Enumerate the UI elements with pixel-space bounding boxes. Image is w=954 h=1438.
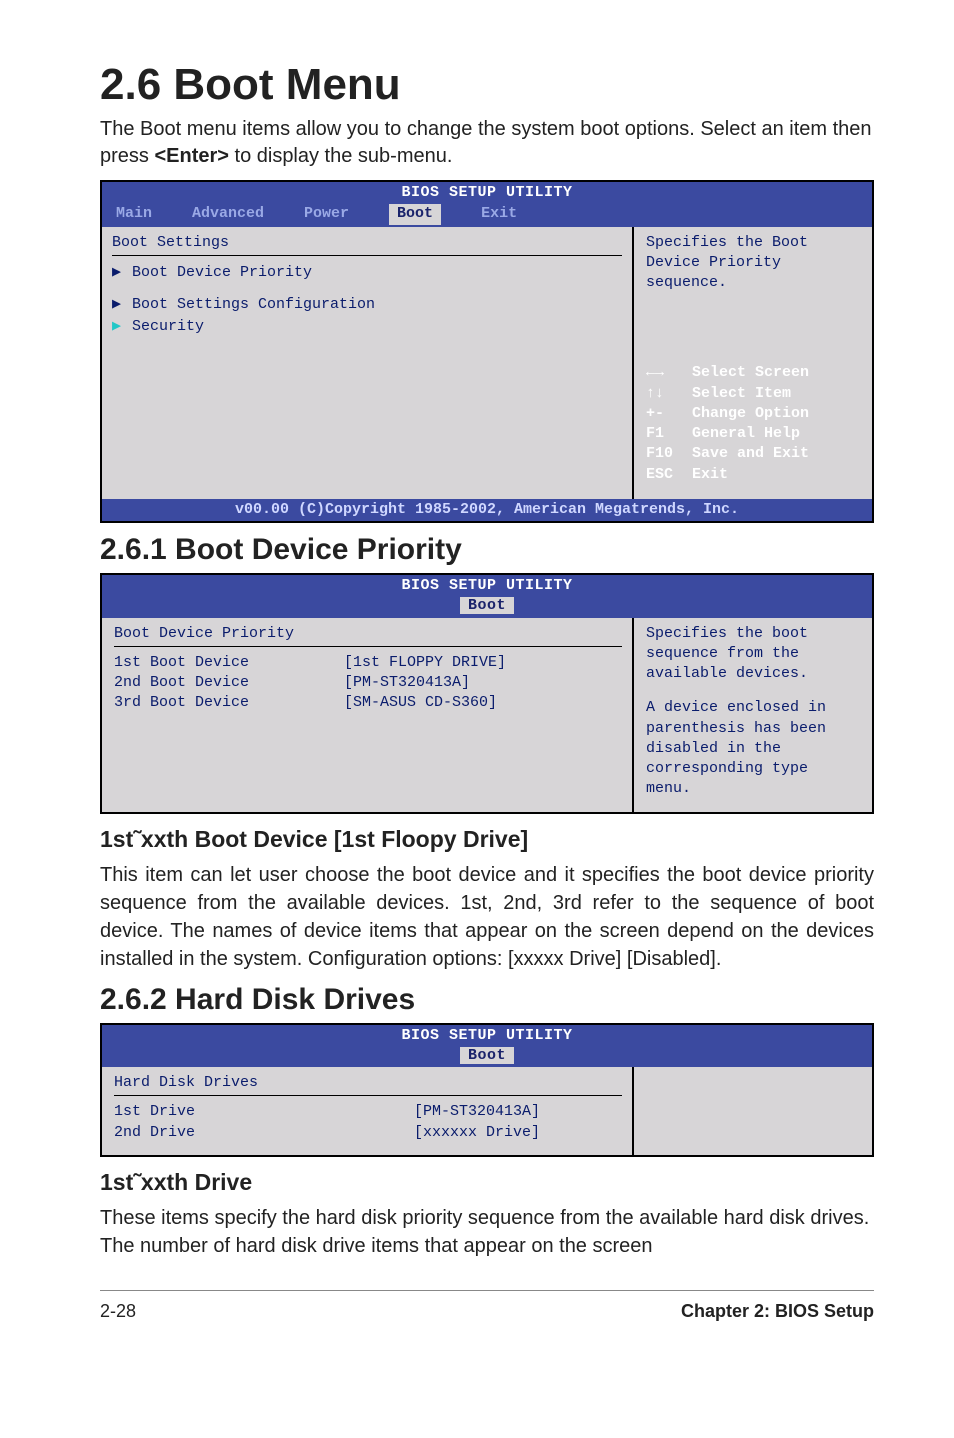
help-line: sequence from the <box>646 644 862 664</box>
menu-item-boot-settings-config[interactable]: ▶ Boot Settings Configuration <box>112 294 622 316</box>
help-line: corresponding type <box>646 759 862 779</box>
bios-main-pane: Hard Disk Drives 1st Drive [PM-ST320413A… <box>102 1067 632 1155</box>
bios-header: BIOS SETUP UTILITY Boot <box>102 1025 872 1068</box>
tab-exit[interactable]: Exit <box>481 204 517 224</box>
bios-main-pane: Boot Device Priority 1st Boot Device [1s… <box>102 618 632 812</box>
submenu-arrow-icon: ▶ <box>112 295 126 315</box>
intro-text: The Boot menu items allow you to change … <box>100 116 874 170</box>
row-label: 1st Drive <box>114 1102 414 1122</box>
paragraph-drive-desc: These items specify the hard disk priori… <box>100 1204 874 1260</box>
row-value: [PM-ST320413A] <box>344 673 470 693</box>
help-line: parenthesis has been <box>646 719 862 739</box>
key-desc: Save and Exit <box>692 445 809 462</box>
bios-help-pane-blank <box>632 1067 872 1155</box>
menu-item-label: Boot Settings Configuration <box>132 295 375 315</box>
menu-item-boot-device-priority[interactable]: ▶ Boot Device Priority <box>112 262 622 284</box>
bios-header: BIOS SETUP UTILITY <box>102 182 872 204</box>
intro-key: <Enter> <box>154 145 228 167</box>
bios-tabs: Main Advanced Power Boot Exit <box>102 204 872 226</box>
row-value: [SM-ASUS CD-S360] <box>344 693 497 713</box>
help-line: disabled in the <box>646 739 862 759</box>
tab-boot[interactable]: Boot <box>460 597 514 614</box>
paragraph-boot-device-desc: This item can let user choose the boot d… <box>100 861 874 973</box>
row-value: [PM-ST320413A] <box>414 1102 540 1122</box>
help-keys: ←→Select Screen ↑↓Select Item +-Change O… <box>646 363 862 485</box>
divider <box>112 255 622 256</box>
help-line: available devices. <box>646 664 862 684</box>
menu-item-label: Security <box>132 317 204 337</box>
bios-help-pane: Specifies the Boot Device Priority seque… <box>632 227 872 499</box>
section-title: Boot Device Priority <box>114 624 622 644</box>
menu-item-label: Boot Device Priority <box>132 263 312 283</box>
header-text: BIOS SETUP UTILITY <box>401 577 572 594</box>
key-desc: General Help <box>692 425 800 442</box>
section-262-heading: 2.6.2 Hard Disk Drives <box>100 983 874 1017</box>
page-title: 2.6 Boot Menu <box>100 60 874 110</box>
spacer <box>112 284 622 294</box>
help-line: menu. <box>646 779 862 799</box>
subheading-1st-xxth-boot: 1st˜xxth Boot Device [1st Floopy Drive] <box>100 826 874 853</box>
row-label: 2nd Boot Device <box>114 673 344 693</box>
key: F1 <box>646 424 692 444</box>
page-number: 2-28 <box>100 1301 136 1322</box>
help-line: A device enclosed in <box>646 698 862 718</box>
header-text: BIOS SETUP UTILITY <box>401 1027 572 1044</box>
key-desc: Select Item <box>692 385 791 402</box>
key: ESC <box>646 465 692 485</box>
row-value: [xxxxxx Drive] <box>414 1123 540 1143</box>
boot-device-row-3[interactable]: 3rd Boot Device [SM-ASUS CD-S360] <box>114 693 622 713</box>
help-text: Specifies the Boot Device Priority seque… <box>646 233 862 294</box>
bios-footer: v00.00 (C)Copyright 1985-2002, American … <box>102 499 872 521</box>
tab-power[interactable]: Power <box>304 204 349 224</box>
bios-main-pane: Boot Settings ▶ Boot Device Priority ▶ B… <box>102 227 632 499</box>
key-desc: Select Screen <box>692 364 809 381</box>
key-desc: Change Option <box>692 405 809 422</box>
bios-screenshot-boot-priority: BIOS SETUP UTILITY Boot Boot Device Prio… <box>100 573 874 814</box>
chapter-label: Chapter 2: BIOS Setup <box>681 1301 874 1322</box>
help-line: Specifies the boot <box>646 624 862 644</box>
section-title: Hard Disk Drives <box>114 1073 622 1093</box>
tab-boot[interactable]: Boot <box>460 1047 514 1064</box>
boot-settings-heading: Boot Settings <box>112 233 622 253</box>
section-261-heading: 2.6.1 Boot Device Priority <box>100 533 874 567</box>
tab-boot[interactable]: Boot <box>389 204 441 224</box>
bios-help-pane: Specifies the boot sequence from the ava… <box>632 618 872 812</box>
bios-screenshot-hard-disk-drives: BIOS SETUP UTILITY Boot Hard Disk Drives… <box>100 1023 874 1157</box>
bios-header: BIOS SETUP UTILITY Boot <box>102 575 872 618</box>
drive-row-1[interactable]: 1st Drive [PM-ST320413A] <box>114 1102 622 1122</box>
subheading-1st-xxth-drive: 1st˜xxth Drive <box>100 1169 874 1196</box>
key: ↑↓ <box>646 384 692 404</box>
page-footer: 2-28 Chapter 2: BIOS Setup <box>100 1290 874 1322</box>
row-label: 3rd Boot Device <box>114 693 344 713</box>
key: ←→ <box>646 363 692 383</box>
boot-device-row-2[interactable]: 2nd Boot Device [PM-ST320413A] <box>114 673 622 693</box>
spacer <box>646 684 862 698</box>
tab-advanced[interactable]: Advanced <box>192 204 264 224</box>
key: +- <box>646 404 692 424</box>
menu-item-security[interactable]: ▶ Security <box>112 316 622 338</box>
key: F10 <box>646 444 692 464</box>
key-desc: Exit <box>692 466 728 483</box>
row-label: 2nd Drive <box>114 1123 414 1143</box>
row-value: [1st FLOPPY DRIVE] <box>344 653 506 673</box>
boot-device-row-1[interactable]: 1st Boot Device [1st FLOPPY DRIVE] <box>114 653 622 673</box>
intro-post: to display the sub-menu. <box>229 145 452 167</box>
submenu-arrow-icon: ▶ <box>112 317 126 337</box>
divider <box>114 1095 622 1096</box>
submenu-arrow-icon: ▶ <box>112 263 126 283</box>
tab-main[interactable]: Main <box>116 204 152 224</box>
drive-row-2[interactable]: 2nd Drive [xxxxxx Drive] <box>114 1123 622 1143</box>
divider <box>114 646 622 647</box>
row-label: 1st Boot Device <box>114 653 344 673</box>
bios-screenshot-boot-menu: BIOS SETUP UTILITY Main Advanced Power B… <box>100 180 874 523</box>
